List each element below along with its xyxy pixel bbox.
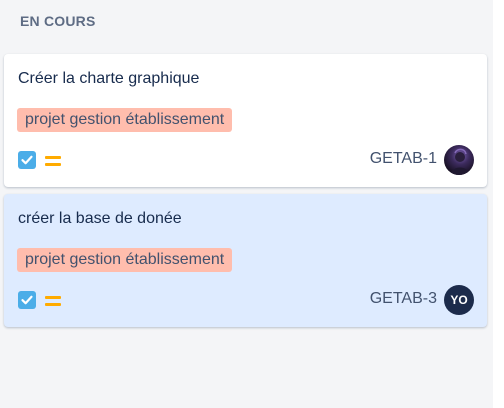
issue-card-selected[interactable]: créer la base de donée projet gestion ét… [4,194,487,327]
task-checkbox-icon [18,151,36,169]
assignee-avatar[interactable] [444,145,474,175]
scroll-gutter [493,0,504,408]
assignee-avatar[interactable]: YO [444,285,474,315]
epic-lozenge: projet gestion établissement [17,108,233,132]
board-column: EN COURS Créer la charte graphique proje… [0,0,493,408]
issue-summary: créer la base de donée [18,210,182,227]
epic-lozenge: projet gestion établissement [17,248,233,272]
column-title: EN COURS [20,13,96,29]
issue-key[interactable]: GETAB-3 [370,290,437,308]
issue-card[interactable]: Créer la charte graphique projet gestion… [4,54,487,187]
task-checkbox-icon [18,291,36,309]
issue-summary: Créer la charte graphique [18,70,200,87]
medium-priority-icon [45,294,61,306]
issue-key[interactable]: GETAB-1 [370,150,437,168]
medium-priority-icon [45,154,61,166]
